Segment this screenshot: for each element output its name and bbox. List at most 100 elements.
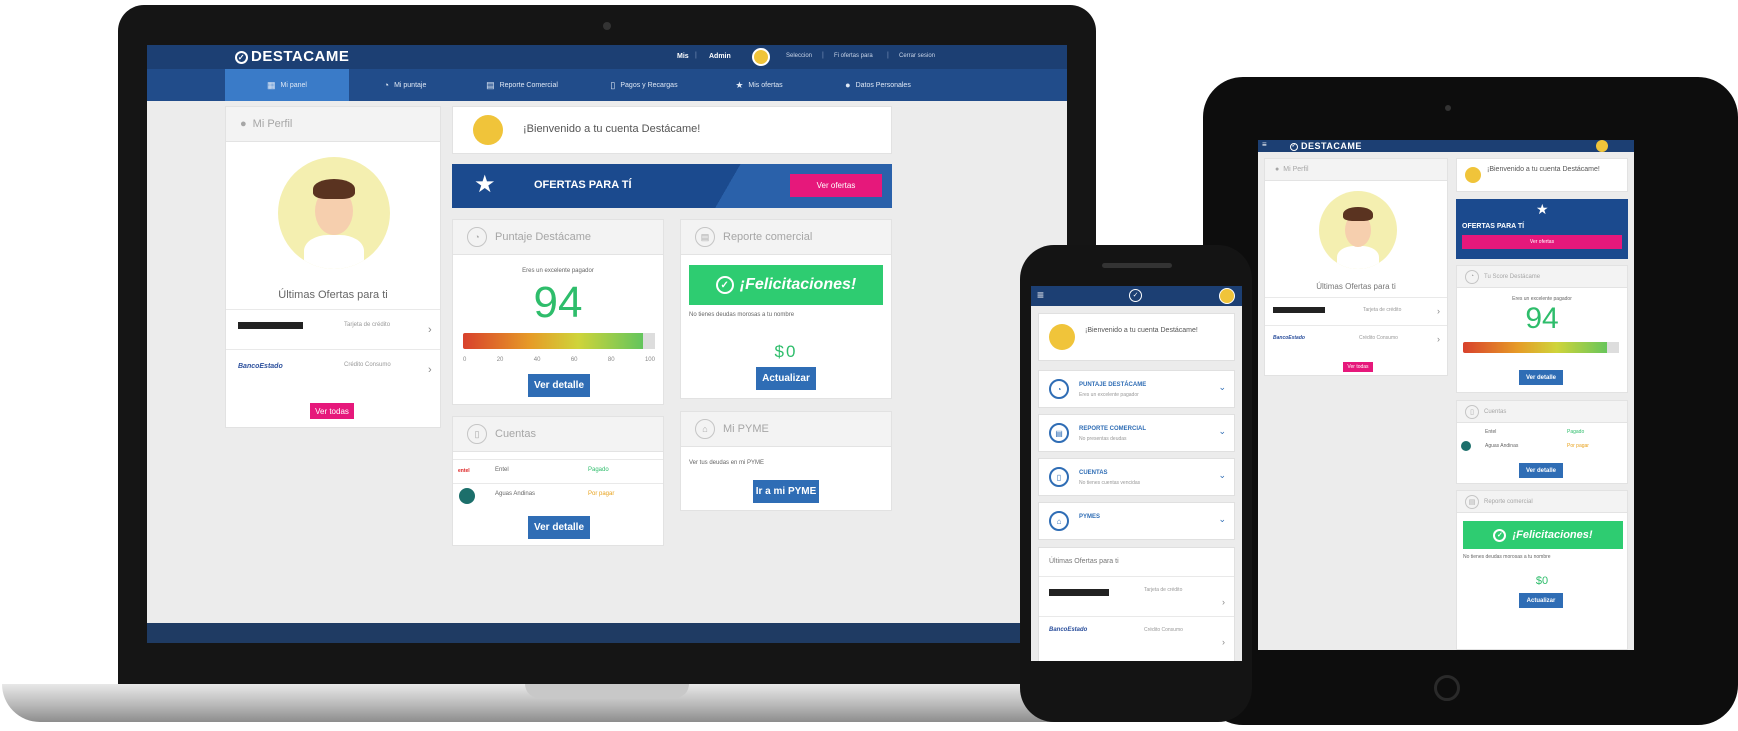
offers-title: Últimas Ofertas para ti [278,289,388,301]
chevron-right-icon: › [1222,637,1225,647]
account-status: Pagado [588,467,609,473]
nav-mi-panel[interactable]: ▦ Mi panel [225,69,349,101]
tablet-screen: ≡ ✓ DESTACAME ● Mi Perfil Últimas Ofertas … [1258,140,1634,650]
menu-icon[interactable]: ≡ [1262,140,1267,149]
report-note: No tienes deudas morosas a tu nombre [689,312,795,318]
avatar[interactable] [752,48,770,66]
nav-pagos-recargas[interactable]: ▯ Pagos y Recargas [583,69,705,101]
menu-icon[interactable]: ≡ [1037,288,1044,302]
score-detail-button[interactable]: Ver detalle [528,374,590,397]
gauge-icon: ◔ [467,227,487,247]
offers-title: Últimas Ofertas para ti [1316,282,1396,291]
welcome-card: ¡Bienvenido a tu cuenta Destácame! [452,106,892,154]
tablet-topbar: ≡ ✓ DESTACAME [1258,140,1634,152]
separator: | [822,52,824,59]
topbar-link[interactable]: Mis [677,53,689,60]
logout-link[interactable]: Cerrar sesion [899,53,935,59]
user-icon: ● [845,80,851,90]
accounts-detail-button[interactable]: Ver detalle [528,516,590,539]
nav-datos-personales[interactable]: ● Datos Personales [813,69,943,101]
report-icon: ▤ [1465,494,1479,509]
profile-card-header: ● Mi Perfil [1265,159,1447,181]
report-card-header: ▤ Reporte comercial [1457,491,1627,513]
welcome-text: ¡Bienvenido a tu cuenta Destácame! [1487,166,1600,173]
topbar-link[interactable]: Fi ofertas para [834,53,873,59]
score-card: ◔ Puntaje Destácame Eres un excelente pag… [452,219,664,405]
offer-row[interactable]: Tarjeta de crédito › [1265,297,1447,325]
item-subtitle: No tienes cuentas vencidas [1079,480,1141,486]
document-icon: ▯ [467,424,487,444]
check-circle-icon: ✓ [235,50,248,64]
topbar-link[interactable]: Seleccion [786,53,812,59]
offer-row[interactable]: Tarjeta de crédito › [226,309,440,349]
brand-logo[interactable]: ✓ DESTACAME [1290,141,1362,151]
account-status: Pagado [1567,429,1585,435]
debt-amount: $0 [774,342,798,361]
offer-type: Crédito Consumo [1144,627,1183,633]
phone-item-report[interactable]: ▤ REPORTE COMERCIAL No presentas deudas … [1038,414,1235,452]
footer-bar [147,623,1067,643]
brand-logo[interactable]: ✓ DESTACAME [235,48,349,65]
offer-type: Crédito Consumo [1359,335,1398,341]
report-card: ▤ Reporte comercial ✓ ¡Felicitaciones! No … [680,219,892,399]
account-status: Por pagar [1567,443,1589,449]
bank-logo [238,322,303,329]
top-bar: ✓ DESTACAME Mis | Admin Seleccion | Fi of… [147,45,1067,69]
tablet-offers-banner: ★ OFERTAS PARA TÍ Ver ofertas [1456,199,1628,259]
bank-logo [1273,307,1325,313]
nav-mis-ofertas[interactable]: ★ Mis ofertas [705,69,813,101]
star-icon: ★ [474,171,496,198]
accounts-detail-button[interactable]: Ver detalle [1519,463,1563,478]
topbar-link[interactable]: Admin [709,53,731,60]
update-button[interactable]: Actualizar [1519,593,1563,608]
see-all-button[interactable]: Ver todas [1343,362,1373,372]
avatar-hair [1343,207,1373,221]
phone-item-pymes[interactable]: ⌂ PYMES ⌄ [1038,502,1235,540]
avatar[interactable] [1596,140,1608,152]
check-circle-icon: ✓ [715,276,734,294]
offer-row[interactable]: BancoEstado Crédito Consumo › [1265,325,1447,353]
phone-item-score[interactable]: ◔ PUNTAJE DESTÁCAME Eres un excelente pa… [1038,370,1235,408]
see-offers-button[interactable]: Ver ofertas [790,174,882,197]
score-value: 94 [533,278,583,327]
phone-welcome-card: ¡Bienvenido a tu cuenta Destácame! [1038,313,1235,361]
go-to-pyme-button[interactable]: Ir a mi PYME [753,480,819,503]
score-detail-button[interactable]: Ver detalle [1519,370,1563,385]
pyme-card: ⌂ Mi PYME Ver tus deudas en mi PYME Ir a … [680,411,892,511]
offer-type: Tarjeta de crédito [344,322,391,328]
see-offers-button[interactable]: Ver ofertas [1462,235,1622,249]
check-circle-icon[interactable]: ✓ [1129,289,1142,302]
tablet-profile-card: ● Mi Perfil Últimas Ofertas para ti Tarje… [1264,158,1448,376]
offer-row[interactable]: BancoEstado Crédito Consumo › [226,349,440,389]
congrats-banner: ✓ ¡Felicitaciones! [1463,521,1623,549]
phone-item-accounts[interactable]: ▯ CUENTAS No tienes cuentas vencidas ⌄ [1038,458,1235,496]
welcome-text: ¡Bienvenido a tu cuenta Destácame! [1085,327,1198,334]
nav-mi-puntaje[interactable]: ◔ Mi puntaje [349,69,461,101]
gauge-icon: ◔ [383,80,390,90]
offers-banner-title: OFERTAS PARA TÍ [1462,223,1525,230]
bank-logo [1049,589,1109,596]
tick-label: 40 [533,357,541,363]
avatar-shirt [1337,246,1379,269]
offer-row[interactable]: BancoEstado Crédito Consumo › [1039,616,1234,656]
star-icon: ★ [735,79,744,90]
chevron-right-icon: › [1437,306,1440,316]
tablet-home-button[interactable] [1434,675,1460,701]
profile-avatar [278,157,390,269]
offer-row[interactable]: Tarjeta de crédito › [1039,576,1234,616]
accounts-card: ▯ Cuentas entel Entel Pagado Aguas Andina… [452,416,664,546]
see-all-button[interactable]: Ver todas [310,403,354,419]
document-icon: ▯ [610,79,616,90]
profile-card: ● Mi Perfil Últimas Ofertas para ti Tarje… [225,106,441,428]
laptop-camera [603,22,611,30]
nav-reporte-comercial[interactable]: ▤ Reporte Comercial [461,69,583,101]
item-title: REPORTE COMERCIAL [1079,426,1147,432]
offers-title: Últimas Ofertas para ti [1049,558,1119,565]
update-button[interactable]: Actualizar [756,367,816,390]
document-icon: ▯ [1049,467,1069,487]
score-gauge [1463,342,1619,353]
account-row[interactable]: entel Entel Pagado [453,459,663,483]
avatar[interactable] [1219,288,1235,304]
account-row[interactable]: Aguas Andinas Por pagar [453,483,663,507]
laptop-screen: ✓ DESTACAME Mis | Admin Seleccion | Fi of… [147,45,1067,643]
